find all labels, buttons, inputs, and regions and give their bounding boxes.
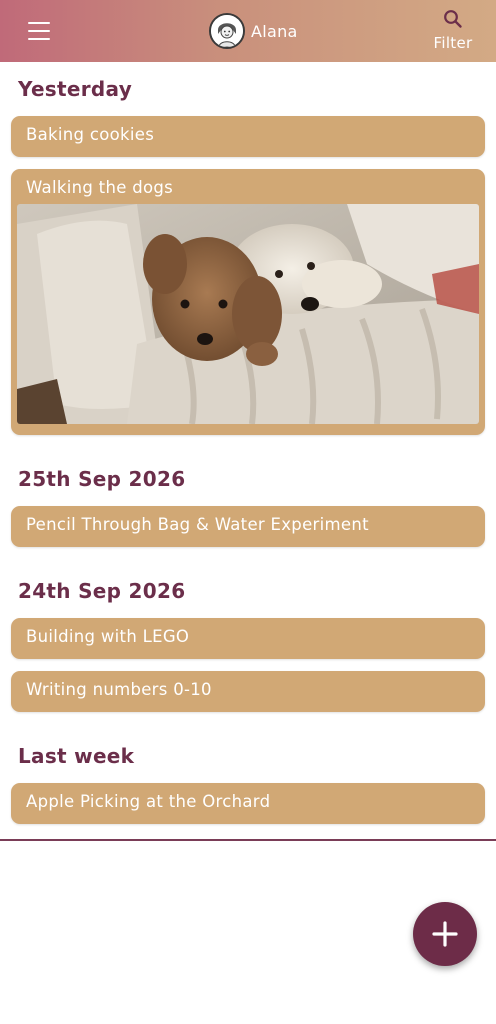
entry-label: Apple Picking at the Orchard bbox=[26, 792, 271, 811]
profile-name: Alana bbox=[251, 21, 298, 41]
section-title-24-sep: 24th Sep 2026 bbox=[18, 579, 186, 603]
entry-label: Pencil Through Bag & Water Experiment bbox=[26, 515, 369, 534]
section-title-25-sep: 25th Sep 2026 bbox=[18, 467, 186, 491]
app-header: Alana Filter bbox=[0, 0, 496, 62]
section-title-last-week: Last week bbox=[18, 744, 135, 768]
avatar bbox=[209, 13, 245, 49]
entry-label: Writing numbers 0-10 bbox=[26, 680, 212, 699]
hamburger-menu-icon[interactable] bbox=[28, 22, 50, 40]
entry-card[interactable]: Writing numbers 0-10 bbox=[11, 671, 485, 712]
entry-photo[interactable] bbox=[17, 204, 479, 424]
filter-label: Filter bbox=[433, 34, 473, 52]
entry-card[interactable]: Apple Picking at the Orchard bbox=[11, 783, 485, 824]
entry-card[interactable]: Pencil Through Bag & Water Experiment bbox=[11, 506, 485, 547]
entry-card[interactable]: Building with LEGO bbox=[11, 618, 485, 659]
entry-label: Baking cookies bbox=[26, 125, 155, 144]
search-icon bbox=[444, 10, 462, 28]
entry-card-with-photo[interactable]: Walking the dogs bbox=[11, 169, 485, 435]
entry-label: Building with LEGO bbox=[26, 627, 190, 646]
feed-end-divider bbox=[0, 839, 496, 841]
section-title-yesterday: Yesterday bbox=[18, 77, 133, 101]
filter-button[interactable]: Filter bbox=[428, 6, 478, 54]
plus-icon bbox=[432, 921, 458, 947]
profile-selector[interactable]: Alana bbox=[209, 12, 298, 50]
entry-card[interactable]: Baking cookies bbox=[11, 116, 485, 157]
add-entry-button[interactable] bbox=[413, 902, 477, 966]
entry-label: Walking the dogs bbox=[26, 178, 174, 197]
